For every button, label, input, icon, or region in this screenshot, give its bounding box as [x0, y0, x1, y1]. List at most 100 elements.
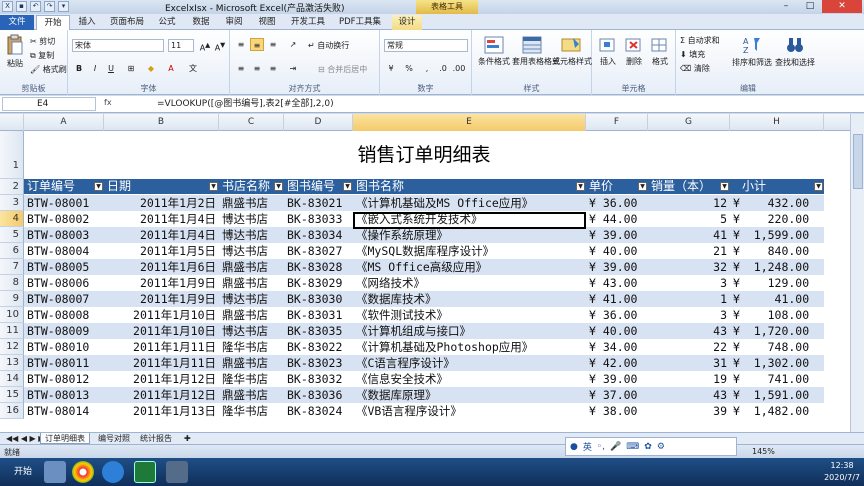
- cell-date[interactable]: 2011年1月10日: [104, 323, 219, 339]
- ime-logo-icon[interactable]: ●: [570, 442, 578, 452]
- cell-book-id[interactable]: BK-83022: [284, 339, 353, 355]
- cell-order-id[interactable]: BTW-08007: [24, 291, 104, 307]
- cell-price[interactable]: ¥ 40.00: [586, 323, 648, 339]
- insert-cells-button[interactable]: 插入: [596, 36, 620, 67]
- row-header[interactable]: 8: [0, 275, 24, 291]
- zoom-level[interactable]: 145%: [752, 447, 775, 456]
- cell-qty[interactable]: 1: [648, 291, 730, 307]
- cell-store[interactable]: 博达书店: [219, 227, 284, 243]
- tab-data[interactable]: 数据: [186, 15, 216, 30]
- header-date[interactable]: 日期 ▼: [104, 179, 219, 194]
- cell-book-id[interactable]: BK-83028: [284, 259, 353, 275]
- redo-icon[interactable]: ↷: [44, 1, 55, 12]
- tab-file[interactable]: 文件: [0, 15, 34, 30]
- cell-qty[interactable]: 31: [648, 355, 730, 371]
- cell-date[interactable]: 2011年1月11日: [104, 339, 219, 355]
- excel-taskbar-icon[interactable]: [134, 461, 156, 483]
- cell-store[interactable]: 鼎盛书店: [219, 195, 284, 211]
- italic-button[interactable]: I: [88, 62, 102, 75]
- cell-book-name[interactable]: 《数据库技术》: [353, 291, 586, 307]
- cell-subtotal[interactable]: ¥ 1,482.00: [730, 403, 824, 419]
- sheet-tab-orders[interactable]: 订单明细表: [40, 433, 90, 444]
- fill-button[interactable]: ⬇ 填充: [680, 49, 705, 60]
- header-book-name[interactable]: 图书名称 ▼: [353, 179, 586, 194]
- cell-date[interactable]: 2011年1月10日: [104, 307, 219, 323]
- wrap-text-button[interactable]: ↵ 自动换行: [308, 40, 349, 51]
- cell-date[interactable]: 2011年1月4日: [104, 211, 219, 227]
- cell-order-id[interactable]: BTW-08003: [24, 227, 104, 243]
- cell-book-name[interactable]: 《计算机基础及MS Office应用》: [353, 195, 586, 211]
- row-header[interactable]: 3: [0, 195, 24, 211]
- media-player-icon[interactable]: [166, 461, 188, 483]
- cell-qty[interactable]: 12: [648, 195, 730, 211]
- cell-subtotal[interactable]: ¥ 1,248.00: [730, 259, 824, 275]
- column-header-g[interactable]: G: [648, 114, 730, 131]
- cell-date[interactable]: 2011年1月13日: [104, 403, 219, 419]
- font-size-select[interactable]: 11: [168, 39, 194, 52]
- cell-book-id[interactable]: BK-83035: [284, 323, 353, 339]
- cell-price[interactable]: ¥ 39.00: [586, 371, 648, 387]
- scroll-thumb[interactable]: [853, 134, 863, 189]
- cell-store[interactable]: 鼎盛书店: [219, 355, 284, 371]
- filter-dropdown-icon[interactable]: ▼: [209, 182, 218, 191]
- chrome-icon[interactable]: [72, 461, 94, 483]
- close-icon[interactable]: ✕: [822, 0, 862, 13]
- new-sheet-icon[interactable]: ✚: [180, 433, 195, 444]
- cell-subtotal[interactable]: ¥ 108.00: [730, 307, 824, 323]
- delete-cells-button[interactable]: 删除: [622, 36, 646, 67]
- cell-subtotal[interactable]: ¥ 1,720.00: [730, 323, 824, 339]
- sheet-title[interactable]: 销售订单明细表: [24, 131, 824, 179]
- explorer-icon[interactable]: [44, 461, 66, 483]
- cell-order-id[interactable]: BTW-08011: [24, 355, 104, 371]
- cell-store[interactable]: 隆华书店: [219, 339, 284, 355]
- cell-price[interactable]: ¥ 41.00: [586, 291, 648, 307]
- cell-book-name[interactable]: 《VB语言程序设计》: [353, 403, 586, 419]
- comma-icon[interactable]: ,: [420, 62, 434, 75]
- cell-store[interactable]: 鼎盛书店: [219, 259, 284, 275]
- cell-book-name[interactable]: 《软件测试技术》: [353, 307, 586, 323]
- cell-qty[interactable]: 32: [648, 259, 730, 275]
- cell-date[interactable]: 2011年1月11日: [104, 355, 219, 371]
- decrease-decimal-icon[interactable]: .00: [452, 62, 466, 75]
- formula-input[interactable]: =VLOOKUP([@图书编号],表2[#全部],2,0): [157, 97, 334, 111]
- align-middle-icon[interactable]: ≡: [250, 38, 264, 51]
- cell-book-id[interactable]: BK-83032: [284, 371, 353, 387]
- cell-store[interactable]: 博达书店: [219, 243, 284, 259]
- row-header[interactable]: 9: [0, 291, 24, 307]
- cell-date[interactable]: 2011年1月6日: [104, 259, 219, 275]
- cell-store[interactable]: 隆华书店: [219, 403, 284, 419]
- clear-button[interactable]: ⌫ 清除: [680, 63, 710, 74]
- tab-pdf-tools[interactable]: PDF工具集: [334, 15, 386, 30]
- cell-styles-button[interactable]: 单元格样式: [552, 36, 592, 67]
- border-icon[interactable]: ⊞: [124, 62, 138, 75]
- cell-order-id[interactable]: BTW-08014: [24, 403, 104, 419]
- cell-price[interactable]: ¥ 43.00: [586, 275, 648, 291]
- align-bottom-icon[interactable]: ≡: [266, 38, 280, 51]
- save-icon[interactable]: ▪: [16, 1, 27, 12]
- cell-book-name[interactable]: 《操作系统原理》: [353, 227, 586, 243]
- header-order-id[interactable]: 订单编号 ▼: [24, 179, 104, 194]
- cell-qty[interactable]: 19: [648, 371, 730, 387]
- cell-subtotal[interactable]: ¥ 129.00: [730, 275, 824, 291]
- cell-order-id[interactable]: BTW-08009: [24, 323, 104, 339]
- cell-book-name[interactable]: 《MySQL数据库程序设计》: [353, 243, 586, 259]
- cell-price[interactable]: ¥ 40.00: [586, 243, 648, 259]
- cell-order-id[interactable]: BTW-08012: [24, 371, 104, 387]
- align-top-icon[interactable]: ≡: [234, 38, 248, 51]
- cell-date[interactable]: 2011年1月12日: [104, 371, 219, 387]
- cell-date[interactable]: 2011年1月9日: [104, 291, 219, 307]
- header-qty[interactable]: 销量（本） ▼: [648, 179, 730, 194]
- ie-icon[interactable]: [102, 461, 124, 483]
- row-header[interactable]: 1: [0, 131, 24, 179]
- cell-order-id[interactable]: BTW-08006: [24, 275, 104, 291]
- cell-store[interactable]: 隆华书店: [219, 371, 284, 387]
- cell-qty[interactable]: 43: [648, 387, 730, 403]
- cell-store[interactable]: 博达书店: [219, 291, 284, 307]
- excel-app-icon[interactable]: X: [2, 1, 13, 12]
- cell-subtotal[interactable]: ¥ 220.00: [730, 211, 824, 227]
- maximize-icon[interactable]: □: [798, 0, 822, 13]
- cell-qty[interactable]: 41: [648, 227, 730, 243]
- cell-book-id[interactable]: BK-83023: [284, 355, 353, 371]
- sort-filter-button[interactable]: AZ 排序和筛选: [732, 35, 772, 68]
- cell-qty[interactable]: 43: [648, 323, 730, 339]
